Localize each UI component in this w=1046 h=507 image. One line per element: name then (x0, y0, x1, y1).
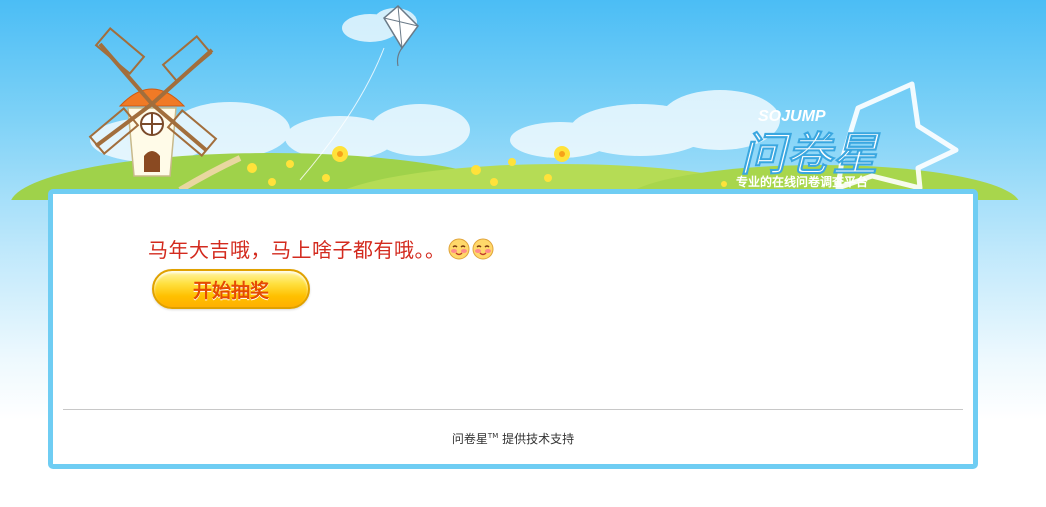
footer-brand-link[interactable]: 问卷星TM (452, 432, 502, 446)
header-banner: SOJUMP 问卷星 专业的在线问卷调查平台 (11, 4, 1019, 200)
logo-brand-en: SOJUMP (758, 108, 826, 125)
blush-face-icon (448, 238, 469, 259)
footer-brand: 问卷星 (451, 432, 488, 446)
divider (63, 409, 963, 410)
footer-text: 提供技术支持 (502, 432, 575, 446)
footer-tm: TM (487, 432, 499, 440)
greeting-message: 马年大吉哦，马上啥子都有哦。。 (148, 238, 446, 262)
message-row: 马年大吉哦，马上啥子都有哦。。 (148, 234, 494, 263)
content-panel: 马年大吉哦，马上啥子都有哦。。 开始抽奖 问卷星TM 提供技术支持 (48, 189, 978, 469)
footer: 问卷星TM 提供技术支持 (53, 430, 973, 447)
logo-tagline: 专业的在线问卷调查平台 (736, 174, 868, 189)
blush-face-icon (472, 238, 493, 259)
start-lottery-label: 开始抽奖 (192, 279, 269, 302)
start-lottery-button[interactable]: 开始抽奖 (152, 269, 310, 309)
logo-brand-cn: 问卷星 (740, 127, 881, 181)
